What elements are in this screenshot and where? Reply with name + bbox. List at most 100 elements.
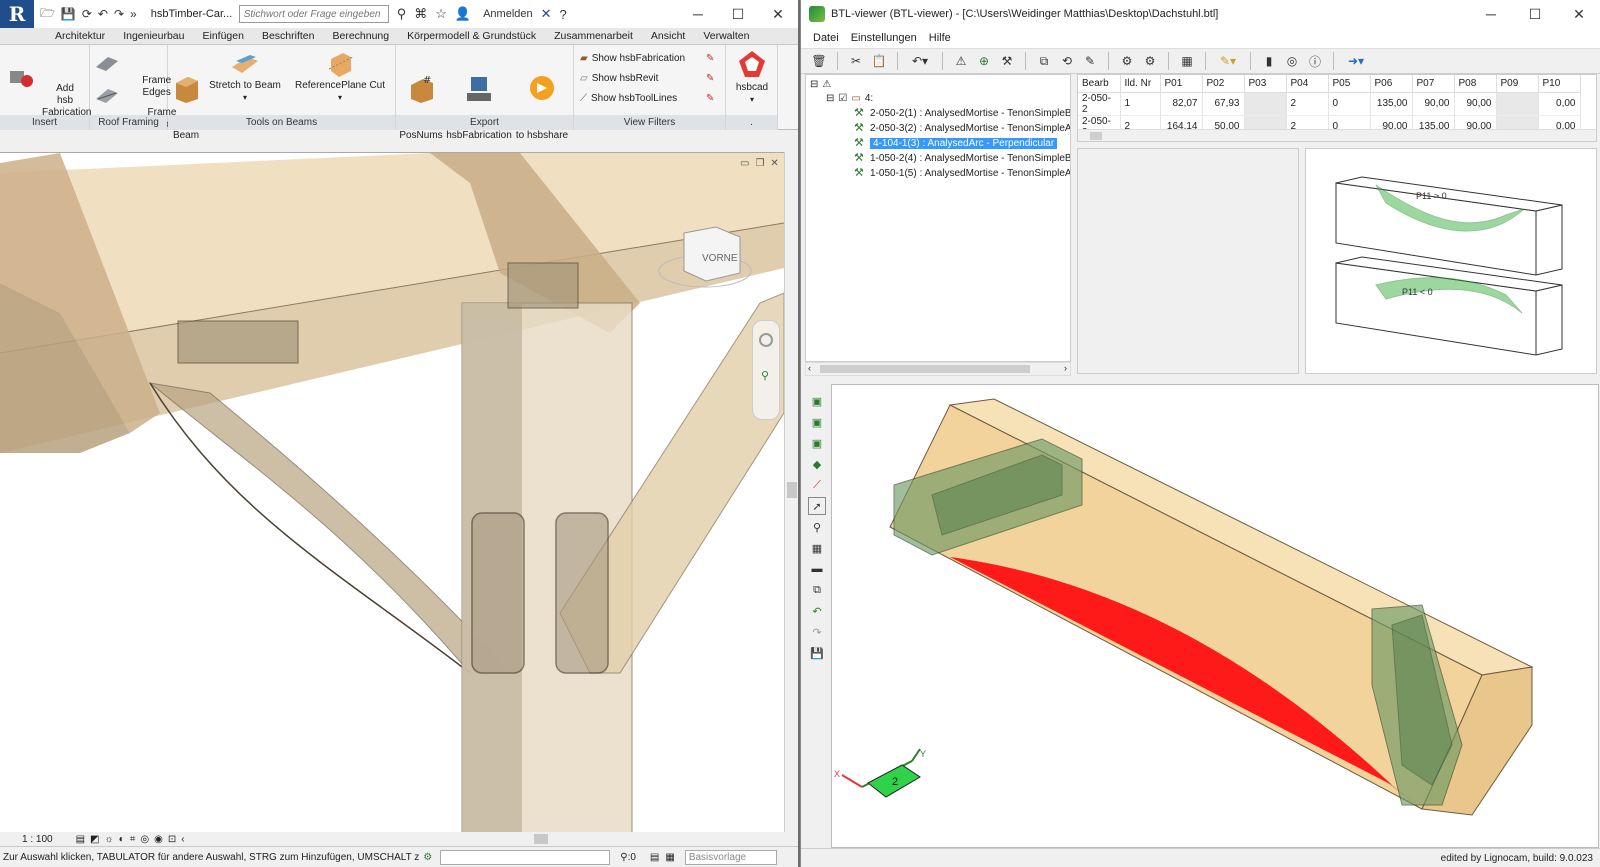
copy-view-icon[interactable]: ⧉ (808, 581, 826, 599)
table-cell[interactable]: 67,93 (1202, 92, 1245, 116)
scroll-thumb[interactable] (820, 365, 1030, 373)
scroll-right-icon[interactable]: › (1064, 363, 1067, 373)
info-icon[interactable]: ⓘ (1305, 52, 1325, 70)
export-hsbshare-button[interactable]: Export to hsbshare (514, 49, 570, 154)
btl-3d-view[interactable]: 2 X Y (831, 384, 1599, 848)
viewport-vertical-scrollbar[interactable] (784, 152, 798, 832)
maximize-button[interactable]: ☐ (718, 6, 758, 23)
cut-icon[interactable]: ✂ (846, 52, 866, 70)
visual-style-icon[interactable]: ◩ (90, 834, 99, 845)
save-view-icon[interactable]: 💾 (808, 644, 826, 662)
hsbcad-button[interactable]: hsbcad ▾ (730, 49, 774, 106)
view-top-icon[interactable]: ▣ (808, 413, 826, 431)
pencil-dropdown-icon[interactable]: ✎▾ (1214, 52, 1242, 70)
temp-hide-icon[interactable]: ◎ (140, 834, 149, 845)
frame-surfaces-button[interactable]: Frame Surfaces (94, 83, 182, 143)
edit-icon[interactable]: ✎ (1080, 52, 1100, 70)
scroll-left-icon[interactable]: ‹ (181, 834, 184, 845)
favorites-icon[interactable]: ☆ (435, 6, 447, 22)
btl-close-button[interactable]: ✕ (1557, 6, 1600, 23)
warning-icon[interactable]: ⚠ (951, 52, 971, 70)
filter-tool-3-icon[interactable]: ✎ (706, 93, 714, 104)
table-horizontal-scrollbar[interactable] (1078, 129, 1596, 141)
table-cell[interactable]: 0,00 (1538, 92, 1581, 116)
workset-icon[interactable]: ⚙ (423, 852, 432, 863)
tab-beschriften[interactable]: Beschriften (253, 30, 324, 42)
tree-item[interactable]: ⚒ 2-050-2(1) : AnalysedMortise - TenonSim… (854, 106, 1070, 120)
select-pointer-icon[interactable]: ➚ (808, 497, 826, 515)
steering-wheel-icon[interactable] (759, 333, 773, 347)
crop-icon[interactable]: ⌗ (130, 834, 136, 845)
col-header[interactable]: P03 (1244, 75, 1287, 93)
tab-verwalten[interactable]: Verwalten (694, 30, 758, 42)
tree-root-toggle[interactable]: ⊟ ⚠ (810, 77, 831, 91)
login-button[interactable]: Anmelden (483, 8, 533, 20)
save-icon[interactable]: 💾 (61, 7, 76, 21)
redo-view-icon[interactable]: ↷ (808, 623, 826, 641)
arrow-dropdown-icon[interactable]: ➜▾ (1342, 52, 1370, 70)
machine-settings-icon[interactable]: ⚙ (1140, 52, 1160, 70)
subscription-icon[interactable]: ⌘ (414, 6, 427, 22)
table-row[interactable]: 2-050-2 1 82,07 67,93 2 0 135,00 90,00 9… (1078, 92, 1581, 116)
col-header[interactable]: P09 (1496, 75, 1539, 93)
sync-icon[interactable]: ⟳ (82, 7, 92, 21)
viewport-horizontal-scrollbar[interactable] (318, 832, 784, 846)
undo-dropdown-icon[interactable]: ↶▾ (906, 52, 934, 70)
table-cell[interactable]: 90,00 (1454, 92, 1497, 116)
col-header[interactable]: P07 (1412, 75, 1455, 93)
redo-icon[interactable]: ↷ (114, 7, 124, 21)
tree-horizontal-scrollbar[interactable]: ‹ › (805, 362, 1071, 376)
tab-ansicht[interactable]: Ansicht (642, 30, 694, 42)
col-header[interactable]: P01 (1160, 75, 1203, 93)
machine-icon[interactable]: ⚙ (1117, 52, 1137, 70)
tab-berechnung[interactable]: Berechnung (323, 30, 398, 42)
tab-architektur[interactable]: Architektur (46, 30, 114, 42)
scroll-thumb[interactable] (1090, 132, 1102, 140)
table-cell[interactable]: 2 (1286, 92, 1329, 116)
tab-ingenieurbau[interactable]: Ingenieurbau (114, 30, 193, 42)
open-icon[interactable]: 🗁 (40, 4, 55, 25)
detail-level-icon[interactable]: ▤ (76, 834, 85, 845)
revit-3d-viewport[interactable]: VORNE (0, 152, 784, 832)
table-cell[interactable]: 90,00 (1412, 92, 1455, 116)
scale-label[interactable]: 1 : 100 (22, 834, 53, 845)
table-cell[interactable]: 135,00 (1370, 92, 1413, 116)
add-icon[interactable]: ⊕ (974, 52, 994, 70)
filter-tool-1-icon[interactable]: ✎ (706, 53, 714, 64)
menu-datei[interactable]: Datei (813, 32, 839, 44)
table-cell[interactable] (1244, 92, 1287, 116)
workset-select[interactable] (440, 849, 611, 865)
table-cell[interactable]: 2-050-2 (1078, 92, 1121, 116)
paste-icon[interactable]: 📋 (869, 52, 889, 70)
undo-icon[interactable]: ↶ (98, 7, 108, 21)
tab-koerpermodell[interactable]: Körpermodell & Grundstück (398, 30, 545, 42)
referenceplane-cut-button[interactable]: ReferencePlane Cut ▾ (292, 49, 388, 104)
tree-item[interactable]: ⚒ 2-050-3(2) : AnalysedMortise - TenonSim… (854, 121, 1070, 135)
view-close-icon[interactable]: ✕ (770, 158, 778, 169)
user-icon[interactable]: 👤 (455, 6, 471, 22)
tree-item[interactable]: ⚒ 1-050-2(4) : AnalysedMortise - TenonSim… (854, 151, 1070, 165)
checkbox-icon[interactable]: ☑ (838, 93, 847, 104)
measure-icon[interactable]: ⟋ (808, 476, 826, 494)
help-icon[interactable]: ? (560, 7, 567, 22)
menu-hilfe[interactable]: Hilfe (929, 32, 951, 44)
collapse-icon[interactable]: ⊟ (810, 79, 818, 90)
table-cell[interactable] (1496, 92, 1539, 116)
minimize-button[interactable]: ─ (678, 6, 718, 23)
show-hsbfabrication-button[interactable]: ▰ Show hsbFabrication (580, 53, 685, 64)
menu-einstellungen[interactable]: Einstellungen (851, 32, 917, 44)
shadows-icon[interactable]: ◐ (119, 834, 125, 845)
search-input[interactable] (238, 5, 389, 23)
tab-zusammenarbeit[interactable]: Zusammenarbeit (545, 30, 642, 42)
chart-icon[interactable]: ▮ (1259, 52, 1279, 70)
more-icon[interactable]: » (130, 7, 137, 21)
col-header[interactable]: P05 (1328, 75, 1371, 93)
sun-path-icon[interactable]: ☼ (105, 834, 114, 845)
table-cell[interactable]: 1 (1120, 92, 1161, 116)
btl-maximize-button[interactable]: ☐ (1513, 6, 1557, 23)
col-header[interactable]: P06 (1370, 75, 1413, 93)
table-cell[interactable]: 82,07 (1160, 92, 1203, 116)
zoom-icon[interactable]: ⚲ (761, 369, 769, 382)
scroll-thumb[interactable] (787, 482, 797, 498)
main-model-icon[interactable]: ▦ (665, 852, 674, 863)
